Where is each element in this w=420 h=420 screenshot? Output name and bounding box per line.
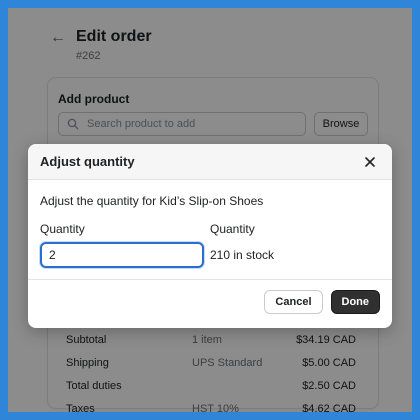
quantity-fields: Quantity Quantity 210 in stock — [40, 222, 380, 268]
quantity-label: Quantity — [40, 222, 85, 236]
quantity-field-group: Quantity — [40, 222, 210, 268]
cancel-button[interactable]: Cancel — [264, 290, 323, 314]
modal-footer: Cancel Done — [28, 280, 392, 324]
modal-description: Adjust the quantity for Kid’s Slip-on Sh… — [40, 194, 264, 208]
close-icon[interactable] — [360, 152, 380, 172]
stock-value: 210 in stock — [210, 248, 275, 262]
modal-header: Adjust quantity — [28, 144, 392, 180]
done-button[interactable]: Done — [330, 290, 380, 314]
adjust-quantity-modal: Adjust quantity Adjust the quantity for … — [28, 144, 392, 328]
modal-body: Adjust the quantity for Kid’s Slip-on Sh… — [28, 180, 392, 280]
screenshot-frame: ← Edit order #262 Add product Search pro… — [8, 8, 412, 412]
stock-field-group: Quantity 210 in stock — [210, 222, 380, 268]
stock-label: Quantity — [210, 222, 255, 236]
modal-title: Adjust quantity — [40, 154, 135, 169]
quantity-input[interactable] — [40, 242, 204, 268]
